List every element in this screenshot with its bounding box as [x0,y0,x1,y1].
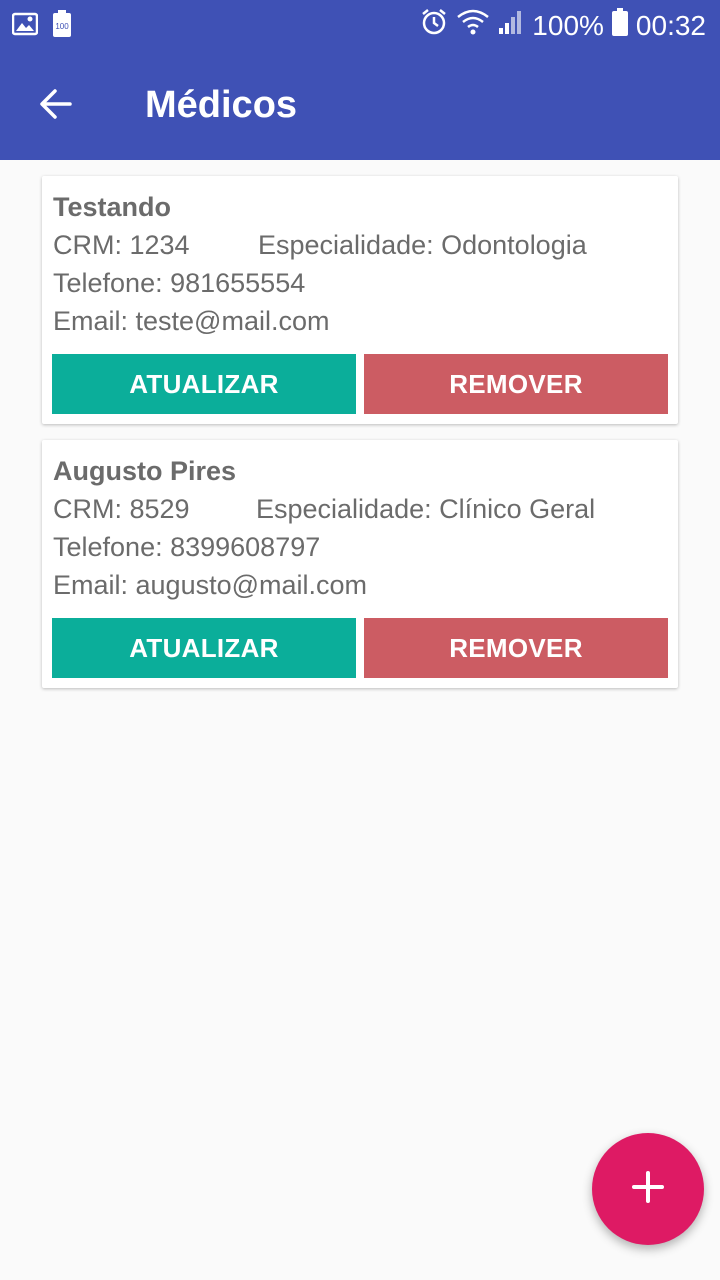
wifi-icon [456,8,490,43]
alarm-icon [420,8,448,43]
doctor-crm: CRM: 8529 [53,494,190,524]
doctor-name: Augusto Pires [53,456,237,486]
battery-saver-icon: 100 [52,10,72,43]
doctor-crm: CRM: 1234 [53,230,190,260]
status-bar: 100 100% 00:32 [0,0,720,50]
add-doctor-button[interactable] [592,1133,704,1245]
remove-button[interactable]: REMOVER [364,618,668,678]
doctor-phone: Telefone: 981655554 [53,268,306,298]
svg-text:100: 100 [55,22,69,31]
plus-icon [630,1169,666,1210]
page-title: Médicos [145,84,298,126]
doctor-phone: Telefone: 8399608797 [53,532,321,562]
arrow-back-icon [38,86,74,127]
doctor-card: Augusto Pires CRM: 8529 Especialidade: C… [42,440,678,688]
battery-icon [611,8,628,43]
update-button[interactable]: ATUALIZAR [52,618,356,678]
gallery-icon [11,12,39,41]
signal-icon [498,8,524,43]
doctor-name: Testando [53,192,172,222]
doctor-specialty: Especialidade: Clínico Geral [256,494,596,524]
doctor-email: Email: augusto@mail.com [53,570,368,600]
back-button[interactable] [28,78,84,134]
doctor-email: Email: teste@mail.com [53,306,330,336]
doctor-specialty: Especialidade: Odontologia [258,230,587,260]
battery-percent: 100% [532,9,604,41]
update-button[interactable]: ATUALIZAR [52,354,356,414]
remove-button[interactable]: REMOVER [364,354,668,414]
app-bar: Médicos [0,50,720,160]
clock: 00:32 [635,9,706,41]
doctor-card: Testando CRM: 1234 Especialidade: Odonto… [42,176,678,424]
